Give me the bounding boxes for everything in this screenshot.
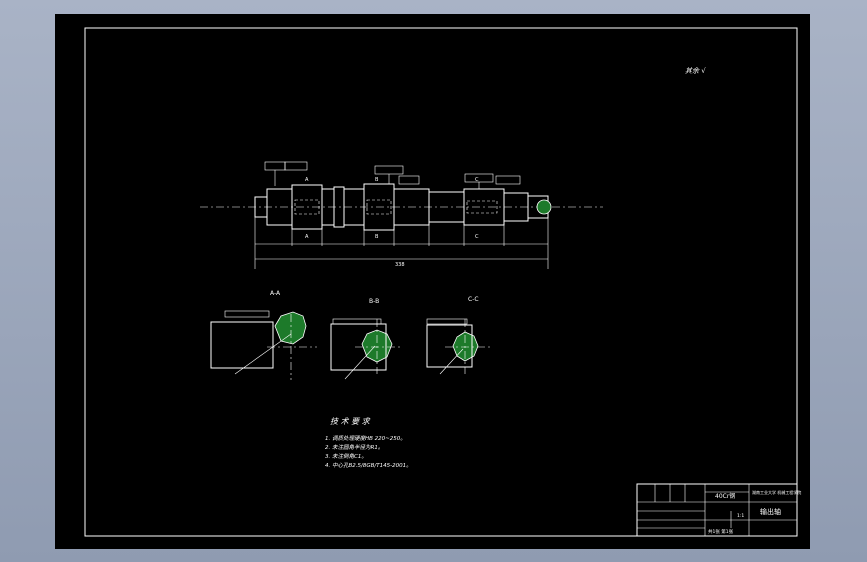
tech-req-heading: 技 术 要 求 (330, 417, 371, 426)
title-material: 40Cr钢 (715, 492, 735, 500)
tech-req-item-2: 2. 未注圆角半径为R1。 (325, 444, 383, 451)
section-label-c: C-C (468, 296, 479, 303)
svg-text:C: C (475, 177, 479, 183)
title-scale: 1:1 (737, 513, 744, 519)
tech-req-item-1: 1. 调质处理硬度HB 220~250。 (325, 435, 406, 442)
section-label-b: B-B (369, 298, 379, 305)
svg-text:C: C (475, 234, 479, 240)
outer-frame (55, 14, 810, 549)
tech-req-item-4: 4. 中心孔B2.5/8GB/T145-2001。 (325, 462, 412, 469)
corner-note: 其余 √ (685, 67, 706, 75)
svg-text:B: B (375, 234, 379, 240)
title-school: 湖南工业大学 机械工程学院 (752, 489, 801, 495)
title-sheet-info: 共1张 第1张 (708, 528, 734, 535)
svg-text:A: A (305, 234, 309, 240)
svg-text:A: A (305, 177, 309, 183)
svg-text:B: B (375, 177, 379, 183)
tech-req-item-3: 3. 未注倒角C1。 (325, 453, 367, 460)
total-length-dim: 338 (395, 262, 405, 268)
drawing-sheet: 其余 √ 338 A A B B C C A-A B-B C-C 技 术 要 求… (55, 14, 810, 549)
section-label-a: A-A (270, 290, 281, 297)
title-drawing-name: 输出轴 (760, 507, 781, 516)
shaft-drawing: 其余 √ 338 A A B B C C A-A B-B C-C 技 术 要 求… (55, 14, 810, 549)
